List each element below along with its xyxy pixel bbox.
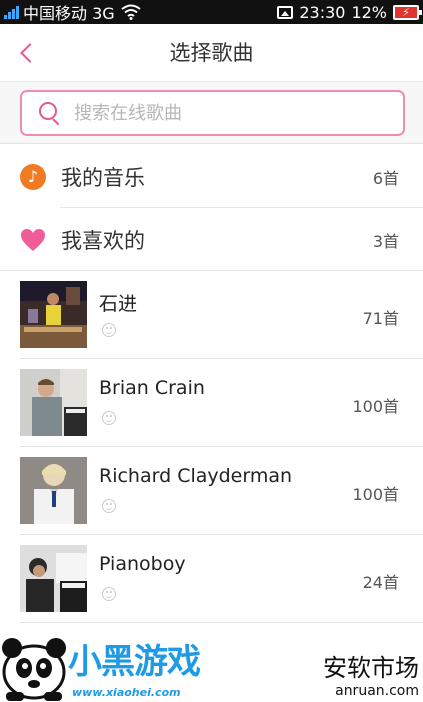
artist-row[interactable]: Richard Clayderman 100首: [0, 447, 423, 535]
page-title: 选择歌曲: [169, 41, 254, 65]
battery-percent: 12%: [351, 2, 387, 22]
artist-thumbnail: [20, 457, 87, 524]
song-count: 71首: [362, 309, 399, 328]
battery-icon: ⚡: [393, 4, 422, 20]
status-right: 23:30 12% ⚡: [277, 0, 422, 24]
song-count: 3首: [372, 231, 399, 251]
artist-row[interactable]: 石进 71首: [0, 271, 423, 359]
watermark-right: 安软市场 anruan.com: [323, 654, 419, 700]
search-box[interactable]: [20, 90, 405, 136]
signal-icon: [4, 5, 19, 19]
chevron-left-icon: [20, 43, 40, 63]
back-button[interactable]: [8, 34, 46, 72]
search-input[interactable]: [74, 102, 374, 124]
carrier-text: 中国移动 3G: [23, 4, 115, 23]
category-my-music[interactable]: ♪ 我的音乐 6首: [0, 145, 423, 208]
watermark-logo-text: 小黑游戏: [68, 642, 201, 682]
music-note-icon: ♪: [20, 163, 46, 190]
smile-icon: [102, 411, 116, 425]
category-label: 我喜欢的: [61, 228, 145, 253]
smile-icon: [102, 323, 116, 337]
artist-name: Brian Crain: [99, 377, 205, 399]
artist-name: 石进: [99, 293, 138, 315]
artist-row[interactable]: Pianoboy 24首: [0, 535, 423, 623]
image-notification-icon: [277, 5, 294, 19]
divider: [20, 622, 423, 623]
artist-thumbnail: [20, 545, 87, 612]
song-count: 100首: [352, 397, 399, 416]
artist-thumbnail: [20, 369, 87, 436]
category-label: 我的音乐: [61, 165, 145, 190]
panda-icon: [2, 638, 66, 701]
header: 选择歌曲: [0, 24, 423, 82]
artist-name: Pianoboy: [99, 553, 186, 575]
status-bar: 中国移动 3G 23:30 12% ⚡: [0, 0, 423, 24]
search-icon: [38, 101, 62, 125]
category-favorites[interactable]: 我喜欢的 3首: [0, 208, 423, 271]
smile-icon: [102, 499, 116, 513]
search-area: [0, 82, 423, 144]
status-left: 中国移动 3G: [0, 0, 141, 24]
watermark-url: anruan.com: [335, 683, 419, 699]
watermark-title: 安软市场: [323, 654, 419, 682]
watermark-logo: 小黑游戏 www.xiaohei.com: [0, 628, 201, 702]
artist-thumbnail: [20, 281, 87, 348]
song-count: 6首: [372, 168, 399, 188]
artist-name: Richard Clayderman: [99, 465, 293, 487]
watermark-url: www.xiaohei.com: [72, 686, 181, 699]
song-count: 24首: [362, 573, 399, 592]
smile-icon: [102, 587, 116, 601]
wifi-icon: [121, 4, 141, 20]
artist-row[interactable]: Brian Crain 100首: [0, 359, 423, 447]
heart-icon: [21, 228, 45, 251]
song-count: 100首: [352, 485, 399, 504]
clock-text: 23:30: [299, 2, 346, 22]
